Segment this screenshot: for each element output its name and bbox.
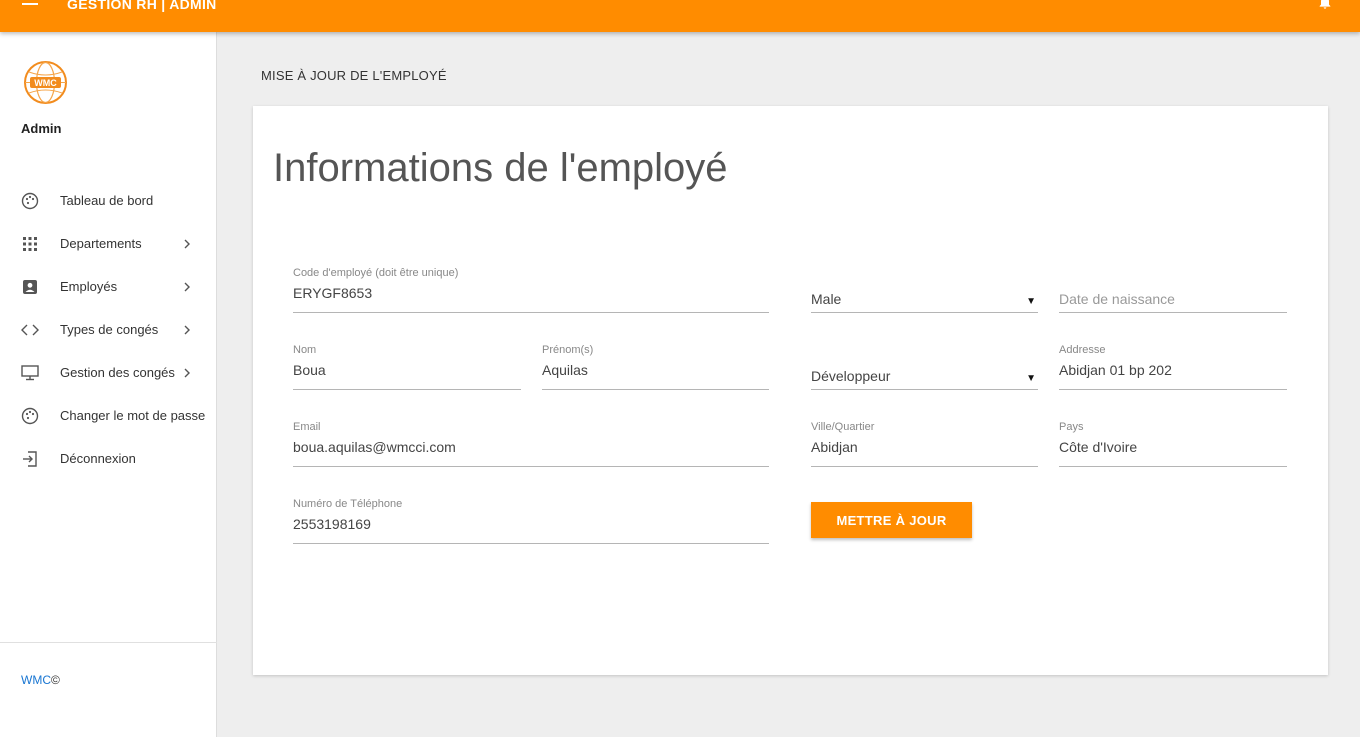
svg-text:WMC: WMC [34,78,57,88]
employee-code-field[interactable]: Code d'employé (doit être unique) ERYGF8… [293,267,769,313]
department-select[interactable]: Développeur ▼ [811,344,1038,390]
footer-brand-link[interactable]: WMC [21,673,51,687]
chevron-right-icon [184,239,190,248]
field-label: Nom [293,344,317,356]
update-button[interactable]: METTRE À JOUR [811,502,972,538]
address-field[interactable]: Addresse Abidjan 01 bp 202 [1059,344,1287,390]
grid-icon [21,235,39,253]
sidebar-footer: WMC© [0,642,217,687]
sidebar-item-departements[interactable]: Departements [0,222,217,265]
top-app-bar: GESTION RH | ADMIN [0,0,1360,32]
field-value: boua.aquilas@wmcci.com [293,439,456,455]
sidebar-item-employes[interactable]: Employés [0,265,217,308]
field-value: Abidjan 01 bp 202 [1059,362,1172,378]
sidebar-item-label: Employés [60,279,118,294]
sidebar-item-changer-mot-de-passe[interactable]: Changer le mot de passe [0,394,217,437]
sidebar-item-label: Gestion des congés [60,365,175,380]
sidebar-item-label: Déconnexion [60,451,136,466]
field-label: Pays [1059,421,1084,433]
copyright: WMC© [21,673,60,687]
field-label: Email [293,421,321,433]
dropdown-arrow-icon: ▼ [1026,373,1036,384]
sidebar-nav: Tableau de bord Departements Employés Ty… [0,179,217,480]
sidebar: WMC Admin Tableau de bord Departements E… [0,32,217,737]
field-value: 2553198169 [293,516,371,532]
field-value: Abidjan [811,439,858,455]
field-placeholder: Date de naissance [1059,291,1175,307]
wmc-logo: WMC [24,61,67,104]
email-field[interactable]: Email boua.aquilas@wmcci.com [293,421,769,467]
hamburger-menu-icon[interactable] [22,0,38,9]
chevron-right-icon [184,325,190,334]
field-label: Addresse [1059,344,1106,356]
user-name: Admin [21,121,62,136]
logout-icon [21,450,39,468]
phone-field[interactable]: Numéro de Téléphone 2553198169 [293,498,769,544]
page-heading: MISE À JOUR DE L'EMPLOYÉ [261,68,447,83]
sidebar-item-types-de-conges[interactable]: Types de congés [0,308,217,351]
dropdown-arrow-icon: ▼ [1026,296,1036,307]
app-title: GESTION RH | ADMIN [67,0,217,12]
select-value: Male [811,291,842,307]
sidebar-item-label: Types de congés [60,322,159,337]
field-value: Aquilas [542,362,588,378]
field-label: Prénom(s) [542,344,594,356]
field-label: Code d'employé (doit être unique) [293,267,459,279]
field-value: Boua [293,362,326,378]
city-field[interactable]: Ville/Quartier Abidjan [811,421,1038,467]
code-icon [21,321,39,339]
field-value: ERYGF8653 [293,285,373,301]
sidebar-item-deconnexion[interactable]: Déconnexion [0,437,217,480]
sidebar-item-label: Changer le mot de passe [60,408,206,423]
sidebar-item-tableau-de-bord[interactable]: Tableau de bord [0,179,217,222]
field-label: Ville/Quartier [811,421,875,433]
chevron-right-icon [184,368,190,377]
chevron-right-icon [184,282,190,291]
account-box-icon [21,278,39,296]
field-value: Côte d'Ivoire [1059,439,1138,455]
country-field[interactable]: Pays Côte d'Ivoire [1059,421,1287,467]
desktop-icon [21,364,39,382]
bell-icon[interactable] [1317,0,1333,10]
first-name-field[interactable]: Prénom(s) Aquilas [542,344,769,390]
field-label: Numéro de Téléphone [293,498,403,510]
sidebar-item-label: Departements [60,236,142,251]
birth-date-field[interactable]: Date de naissance [1059,267,1287,313]
palette-icon [21,407,39,425]
palette-icon [21,192,39,210]
sidebar-item-gestion-des-conges[interactable]: Gestion des congés [0,351,217,394]
card-title: Informations de l'employé [273,146,728,190]
gender-select[interactable]: Male ▼ [811,267,1038,313]
select-value: Développeur [811,368,891,384]
employee-form-card: Informations de l'employé Code d'employé… [253,106,1328,675]
sidebar-item-label: Tableau de bord [60,193,154,208]
last-name-field[interactable]: Nom Boua [293,344,521,390]
copyright-symbol: © [51,673,60,687]
